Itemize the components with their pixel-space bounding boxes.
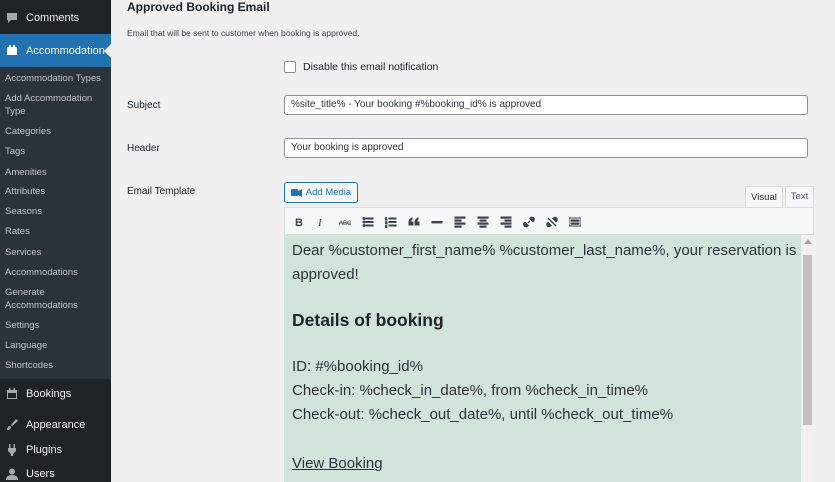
toolbar-toggle-icon[interactable] (567, 214, 583, 230)
menu-label: Accommodation (26, 45, 105, 57)
disable-notification-row: Disable this email notification (284, 61, 438, 73)
view-booking-link[interactable]: View Booking (292, 452, 383, 476)
submenu-item[interactable]: Amenities (5, 166, 109, 179)
blockquote-icon[interactable] (406, 214, 422, 230)
disable-notification-label[interactable]: Disable this email notification (303, 61, 438, 73)
menu-item-accommodation[interactable]: Accommodation (0, 34, 111, 68)
svg-text:B: B (295, 217, 303, 228)
email-template-editor[interactable]: Dear %customer_first_name% %customer_las… (284, 235, 801, 482)
align-left-icon[interactable] (452, 214, 468, 230)
insert-link-icon[interactable] (521, 214, 537, 230)
svg-text:I: I (317, 217, 323, 228)
submenu-item[interactable]: Add Accommodation Type (5, 92, 109, 118)
submenu-item[interactable]: Settings (5, 319, 109, 332)
comments-icon (6, 12, 18, 24)
header-label: Header (127, 143, 160, 154)
add-media-icon (290, 188, 302, 197)
submenu-item[interactable]: Services (5, 246, 109, 259)
menu-label: Users (26, 468, 55, 480)
accommodation-submenu: Accommodation Types Add Accommodation Ty… (0, 67, 111, 379)
subject-label: Subject (127, 100, 161, 111)
editor-toolbar: B I ABC 123 (284, 207, 814, 235)
align-right-icon[interactable] (498, 214, 514, 230)
editor-line: approved! (292, 266, 359, 283)
submenu-item[interactable]: Accommodation Types (5, 72, 109, 85)
subject-input[interactable]: %site_title% - Your booking #%booking_id… (284, 95, 808, 115)
bullet-list-icon[interactable] (360, 214, 376, 230)
strikethrough-icon[interactable]: ABC (337, 214, 353, 230)
add-media-label: Add Media (305, 187, 352, 198)
editor-line: Check-out: %check_out_date%, until %chec… (292, 406, 674, 423)
submenu-item[interactable]: Seasons (5, 205, 109, 218)
submenu-item[interactable]: Generate Accommodations (5, 286, 109, 312)
email-template-label: Email Template (127, 186, 196, 197)
add-media-button[interactable]: Add Media (284, 182, 358, 203)
editor-line: ID: #%booking_id% (292, 358, 423, 375)
editor-line: Dear %customer_first_name% %customer_las… (292, 242, 797, 259)
svg-text:3: 3 (385, 224, 388, 228)
submenu-item[interactable]: Categories (5, 125, 109, 138)
horizontal-line-icon[interactable] (429, 214, 445, 230)
bold-icon[interactable]: B (291, 214, 307, 230)
menu-label: Bookings (26, 388, 72, 400)
plug-icon (6, 444, 18, 456)
italic-icon[interactable]: I (313, 214, 329, 230)
editor-line: Check-in: %check_in_date%, from %check_i… (292, 382, 648, 399)
align-center-icon[interactable] (475, 214, 491, 230)
submenu-item[interactable]: Rates (5, 225, 109, 238)
header-input[interactable]: Your booking is approved (284, 138, 808, 158)
menu-label: Comments (26, 12, 80, 24)
section-title: Approved Booking Email (127, 0, 270, 14)
section-description: Email that will be sent to customer when… (127, 28, 360, 38)
menu-label: Appearance (26, 419, 86, 431)
numbered-list-icon[interactable]: 123 (383, 214, 399, 230)
remove-link-icon[interactable] (544, 214, 560, 230)
paintbrush-icon (6, 419, 18, 431)
editor-heading: Details of booking (292, 310, 444, 330)
tab-text[interactable]: Text (785, 186, 814, 206)
menu-item-comments[interactable]: Comments (0, 1, 111, 35)
menu-item-bookings[interactable]: Bookings (0, 377, 111, 411)
submenu-item[interactable]: Attributes (5, 185, 109, 198)
tab-visual[interactable]: Visual (745, 186, 783, 207)
menu-item-users[interactable]: Users (0, 457, 111, 482)
user-icon (6, 468, 18, 480)
calendar-icon (6, 388, 18, 400)
submenu-item[interactable]: Shortcodes (5, 359, 109, 372)
accommodation-icon (6, 45, 18, 57)
admin-sidebar: Comments Accommodation Accommodation Typ… (0, 0, 111, 482)
submenu-item[interactable]: Language (5, 339, 109, 352)
scroll-up-arrow-icon[interactable] (804, 239, 812, 244)
submenu-item[interactable]: Tags (5, 145, 109, 158)
menu-label: Plugins (26, 444, 63, 456)
disable-notification-checkbox[interactable] (284, 61, 296, 73)
editor-scrollbar[interactable] (801, 235, 814, 482)
scrollbar-thumb[interactable] (803, 255, 812, 425)
svg-text:ABC: ABC (339, 221, 351, 227)
submenu-item[interactable]: Accommodations (5, 266, 109, 279)
